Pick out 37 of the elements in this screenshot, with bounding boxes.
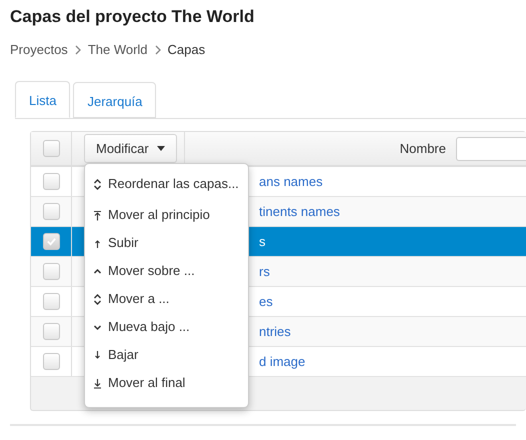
arrow-up-to-bar-icon [93, 210, 102, 220]
menu-item[interactable]: Subir [85, 229, 248, 257]
row-checkbox[interactable] [42, 293, 60, 310]
row-checkbox[interactable] [42, 263, 60, 280]
row-checkbox[interactable] [42, 173, 60, 190]
menu-item[interactable]: Mover sobre ... [85, 257, 248, 285]
caret-icon [156, 146, 165, 151]
arrow-down-icon [93, 350, 102, 360]
arrow-up-icon [93, 238, 102, 248]
breadcrumb-link[interactable]: The World [88, 41, 148, 59]
menu-item[interactable]: Mover al principio [85, 201, 248, 229]
menu-item[interactable]: Reordenar las capas... [85, 170, 248, 198]
layer-name-link[interactable]: s [259, 232, 266, 252]
filter-label: Nombre [400, 140, 446, 158]
tab[interactable]: Lista [15, 81, 70, 118]
row-checkbox[interactable] [42, 323, 60, 340]
tab[interactable]: Jerarquía [73, 82, 156, 118]
up-down-arrows-icon [93, 178, 102, 190]
layer-name-link[interactable]: es [259, 292, 273, 312]
layer-name-link[interactable]: ntries [259, 322, 291, 342]
page-title: Capas del proyecto The World [10, 6, 256, 28]
select-all-checkbox[interactable] [42, 140, 60, 157]
modify-dropdown-button[interactable]: Modificar [84, 134, 177, 164]
breadcrumb-current: Capas [168, 41, 206, 59]
name-filter-field[interactable] [456, 136, 526, 160]
breadcrumb-link[interactable]: Proyectos [10, 41, 68, 59]
row-checkbox[interactable] [42, 353, 60, 370]
layer-name-link[interactable]: rs [259, 262, 270, 282]
layer-name-link[interactable]: ans names [259, 172, 323, 192]
checkmark-icon [46, 236, 56, 247]
row-checkbox[interactable] [42, 233, 60, 250]
up-down-arrows-icon [93, 294, 102, 304]
menu-item[interactable]: Mover a ... [85, 285, 248, 313]
layer-name-link[interactable]: d image [259, 352, 306, 372]
row-checkbox[interactable] [42, 203, 60, 220]
layer-name-link[interactable]: tinents names [259, 202, 340, 222]
arrow-down-to-bar-icon [93, 378, 102, 388]
